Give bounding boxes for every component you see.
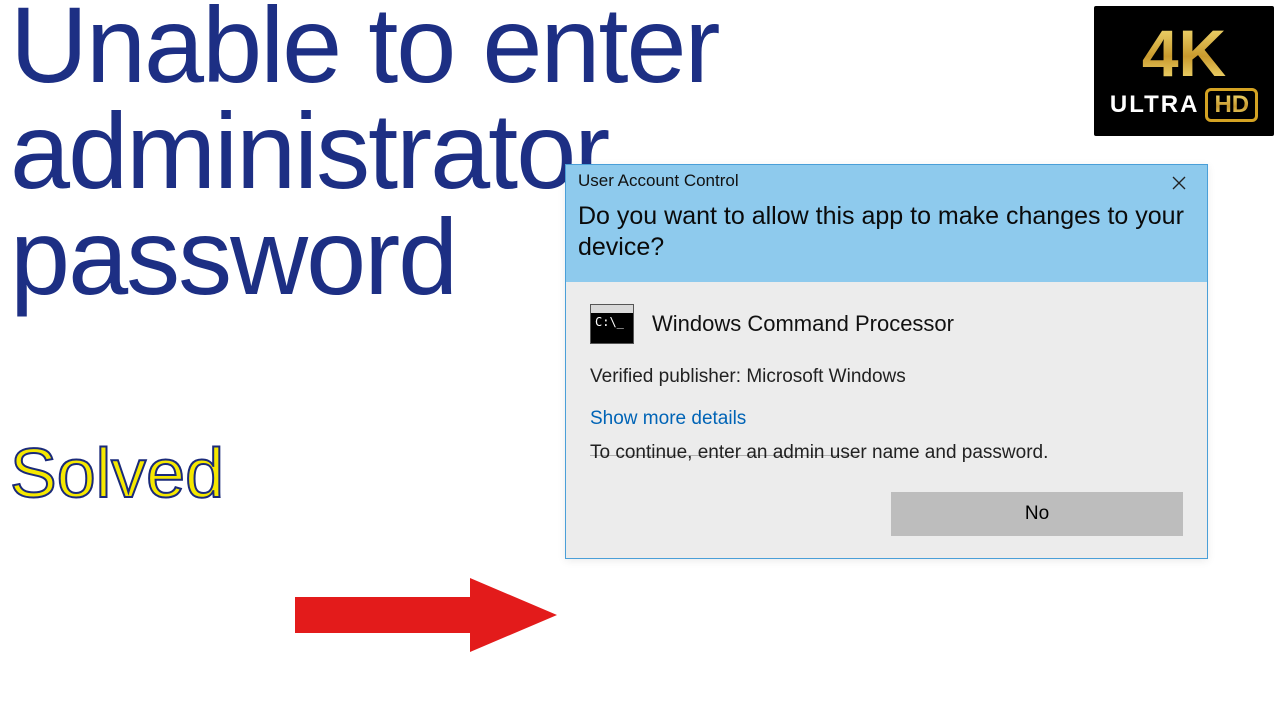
app-row: C:\_ Windows Command Processor — [590, 304, 1183, 344]
close-icon — [1172, 176, 1186, 190]
badge-ultra-text: ULTRA — [1110, 91, 1200, 119]
button-row: No — [590, 492, 1183, 536]
cmd-icon-text: C:\_ — [595, 315, 624, 329]
close-button[interactable] — [1159, 169, 1199, 197]
uac-question: Do you want to allow this app to make ch… — [578, 201, 1195, 264]
headline-line-1: Unable to enter — [10, 0, 719, 98]
arrow-icon — [295, 575, 560, 655]
app-name: Windows Command Processor — [652, 311, 954, 337]
uac-body: C:\_ Windows Command Processor Verified … — [566, 282, 1207, 558]
command-prompt-icon: C:\_ — [590, 304, 634, 344]
no-button[interactable]: No — [891, 492, 1183, 536]
badge-hd-text: HD — [1205, 88, 1258, 122]
badge-4k-text: 4K — [1142, 20, 1226, 86]
uac-header: User Account Control Do you want to allo… — [566, 165, 1207, 282]
badge-ultra-row: ULTRA HD — [1110, 88, 1258, 122]
divider-line — [590, 455, 860, 456]
verified-publisher: Verified publisher: Microsoft Windows — [590, 366, 1183, 388]
resolution-badge: 4K ULTRA HD — [1094, 6, 1274, 136]
uac-dialog: User Account Control Do you want to allo… — [565, 164, 1208, 559]
continue-instruction: To continue, enter an admin user name an… — [590, 442, 1183, 464]
show-more-details-link[interactable]: Show more details — [590, 408, 746, 430]
solved-label: Solved — [10, 433, 224, 513]
uac-title: User Account Control — [578, 171, 1195, 191]
